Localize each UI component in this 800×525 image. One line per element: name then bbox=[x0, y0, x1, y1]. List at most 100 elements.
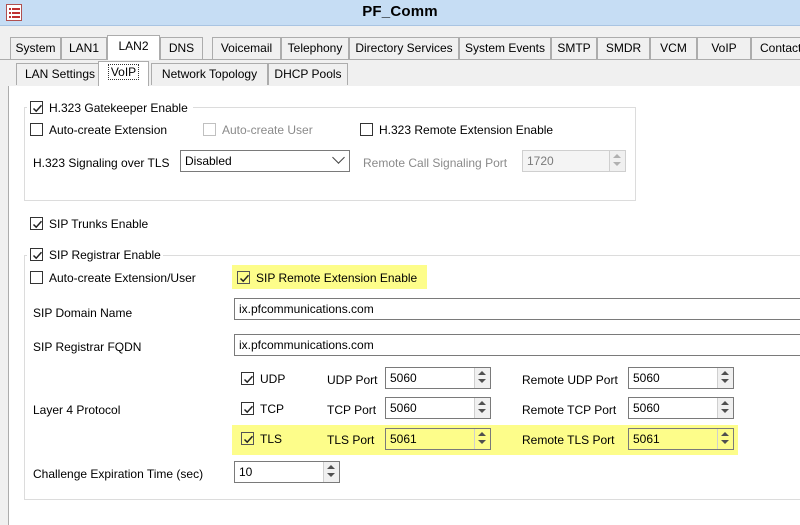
tab-voip[interactable]: VoIP bbox=[697, 37, 751, 59]
sip-registrar-checkbox[interactable] bbox=[30, 248, 43, 261]
tab-dns[interactable]: DNS bbox=[160, 37, 203, 59]
h323-remote-extension-label: H.323 Remote Extension Enable bbox=[379, 123, 554, 137]
spinner-arrows-icon[interactable] bbox=[474, 368, 490, 388]
h323-tls-label: H.323 Signaling over TLS bbox=[33, 156, 170, 170]
challenge-expiration-input[interactable]: 10 bbox=[234, 461, 340, 483]
h323-auto-user-label: Auto-create User bbox=[222, 123, 313, 137]
subtab-dhcp-pools[interactable]: DHCP Pools bbox=[268, 63, 348, 85]
tab-system-label: System bbox=[15, 41, 56, 55]
remote-tls-port-input[interactable]: 5061 bbox=[628, 428, 734, 450]
tcp-port-input[interactable]: 5060 bbox=[385, 397, 491, 419]
spinner-arrows-icon[interactable] bbox=[609, 151, 625, 171]
challenge-expiration-value: 10 bbox=[239, 465, 253, 479]
subtab-network-topology-label: Network Topology bbox=[161, 67, 258, 81]
tab-telephony-label: Telephony bbox=[287, 41, 343, 55]
remote-tls-port-label: Remote TLS Port bbox=[522, 433, 615, 447]
tab-directory-services-label: Directory Services bbox=[355, 41, 453, 55]
chevron-down-icon bbox=[332, 151, 345, 164]
subtab-lan-settings-label: LAN Settings bbox=[24, 67, 96, 81]
auto-create-extension-user-checkbox[interactable] bbox=[30, 271, 43, 284]
main-tab-strip: System LAN1 LAN2 DNS Voicemail Telephony… bbox=[0, 35, 800, 60]
tab-telephony[interactable]: Telephony bbox=[281, 37, 349, 59]
h323-gatekeeper-label: H.323 Gatekeeper Enable bbox=[49, 101, 188, 115]
h323-auto-user-checkbox[interactable] bbox=[203, 123, 216, 136]
spinner-arrows-icon[interactable] bbox=[717, 429, 733, 449]
tab-vcm[interactable]: VCM bbox=[650, 37, 697, 59]
auto-create-extension-user-label: Auto-create Extension/User bbox=[49, 271, 196, 285]
remote-tcp-port-value: 5060 bbox=[633, 401, 660, 415]
sip-registrar-fqdn-label: SIP Registrar FQDN bbox=[33, 340, 142, 354]
tls-checkbox[interactable] bbox=[241, 432, 254, 445]
h323-gatekeeper-checkbox[interactable] bbox=[30, 101, 43, 114]
h323-auto-extension-checkbox[interactable] bbox=[30, 123, 43, 136]
tls-port-input[interactable]: 5061 bbox=[385, 428, 491, 450]
subtab-lan-settings[interactable]: LAN Settings bbox=[16, 63, 104, 85]
h323-remote-extension-checkbox[interactable] bbox=[360, 123, 373, 136]
tcp-checkbox[interactable] bbox=[241, 402, 254, 415]
udp-port-value: 5060 bbox=[390, 371, 417, 385]
remote-tls-port-value: 5061 bbox=[633, 432, 660, 446]
udp-port-label: UDP Port bbox=[327, 373, 378, 387]
tab-smdr[interactable]: SMDR bbox=[597, 37, 650, 59]
sip-remote-extension-checkbox[interactable] bbox=[237, 271, 250, 284]
tab-vcm-label: VCM bbox=[660, 41, 687, 55]
sip-domain-name-value: ix.pfcommunications.com bbox=[239, 302, 374, 316]
sip-registrar-label: SIP Registrar Enable bbox=[49, 248, 161, 262]
window-title: PF_Comm bbox=[362, 3, 438, 20]
remote-udp-port-input[interactable]: 5060 bbox=[628, 367, 734, 389]
sip-domain-name-label: SIP Domain Name bbox=[33, 306, 133, 320]
layer4-protocol-label: Layer 4 Protocol bbox=[33, 403, 121, 417]
tab-contact-label: Contact bbox=[760, 41, 800, 55]
remote-call-signaling-port-input[interactable]: 1720 bbox=[522, 150, 626, 172]
tls-port-label: TLS Port bbox=[327, 433, 375, 447]
udp-checkbox[interactable] bbox=[241, 372, 254, 385]
tab-lan2-label: LAN2 bbox=[118, 39, 149, 53]
remote-udp-port-value: 5060 bbox=[633, 371, 660, 385]
sip-trunks-label: SIP Trunks Enable bbox=[49, 217, 149, 231]
tab-lan1[interactable]: LAN1 bbox=[61, 37, 107, 59]
spinner-arrows-icon[interactable] bbox=[717, 398, 733, 418]
tcp-port-label: TCP Port bbox=[327, 403, 377, 417]
sip-trunks-checkbox[interactable] bbox=[30, 217, 43, 230]
sub-tab-strip: LAN Settings VoIP Network Topology DHCP … bbox=[8, 61, 800, 86]
tls-label: TLS bbox=[260, 432, 283, 446]
tab-lan1-label: LAN1 bbox=[68, 41, 100, 55]
tab-dns-label: DNS bbox=[168, 41, 195, 55]
tab-voip-label: VoIP bbox=[711, 41, 737, 55]
tab-voicemail[interactable]: Voicemail bbox=[212, 37, 281, 59]
title-bar: PF_Comm bbox=[0, 0, 800, 26]
tcp-port-value: 5060 bbox=[390, 401, 417, 415]
challenge-expiration-label: Challenge Expiration Time (sec) bbox=[33, 467, 204, 481]
tab-system-events[interactable]: System Events bbox=[459, 37, 551, 59]
udp-port-input[interactable]: 5060 bbox=[385, 367, 491, 389]
subtab-voip[interactable]: VoIP bbox=[98, 61, 149, 86]
tls-port-value: 5061 bbox=[390, 432, 417, 446]
tab-smtp-label: SMTP bbox=[557, 41, 591, 55]
remote-udp-port-label: Remote UDP Port bbox=[522, 373, 618, 387]
subtab-network-topology[interactable]: Network Topology bbox=[151, 63, 268, 85]
tab-smtp[interactable]: SMTP bbox=[551, 37, 597, 59]
tab-contact[interactable]: Contact bbox=[751, 37, 800, 59]
sip-domain-name-input[interactable]: ix.pfcommunications.com bbox=[234, 298, 800, 320]
remote-tcp-port-label: Remote TCP Port bbox=[522, 403, 617, 417]
tab-smdr-label: SMDR bbox=[605, 41, 642, 55]
spinner-arrows-icon[interactable] bbox=[474, 429, 490, 449]
remote-call-signaling-port-value: 1720 bbox=[527, 154, 554, 168]
tcp-label: TCP bbox=[260, 402, 284, 416]
spinner-arrows-icon[interactable] bbox=[717, 368, 733, 388]
spinner-arrows-icon[interactable] bbox=[474, 398, 490, 418]
remote-call-signaling-port-label: Remote Call Signaling Port bbox=[363, 156, 508, 170]
tab-directory-services[interactable]: Directory Services bbox=[349, 37, 459, 59]
sip-remote-extension-label: SIP Remote Extension Enable bbox=[256, 271, 418, 285]
sip-registrar-fqdn-input[interactable]: ix.pfcommunications.com bbox=[234, 334, 800, 356]
h323-tls-select-value: Disabled bbox=[185, 154, 232, 168]
spinner-arrows-icon[interactable] bbox=[323, 462, 339, 482]
sip-registrar-fqdn-value: ix.pfcommunications.com bbox=[239, 338, 374, 352]
subtab-dhcp-pools-label: DHCP Pools bbox=[274, 67, 342, 81]
h323-tls-select[interactable]: Disabled bbox=[180, 150, 350, 172]
remote-tcp-port-input[interactable]: 5060 bbox=[628, 397, 734, 419]
tab-system[interactable]: System bbox=[10, 37, 61, 59]
tab-voicemail-label: Voicemail bbox=[220, 41, 273, 55]
h323-auto-extension-label: Auto-create Extension bbox=[49, 123, 168, 137]
tab-lan2[interactable]: LAN2 bbox=[107, 35, 160, 60]
